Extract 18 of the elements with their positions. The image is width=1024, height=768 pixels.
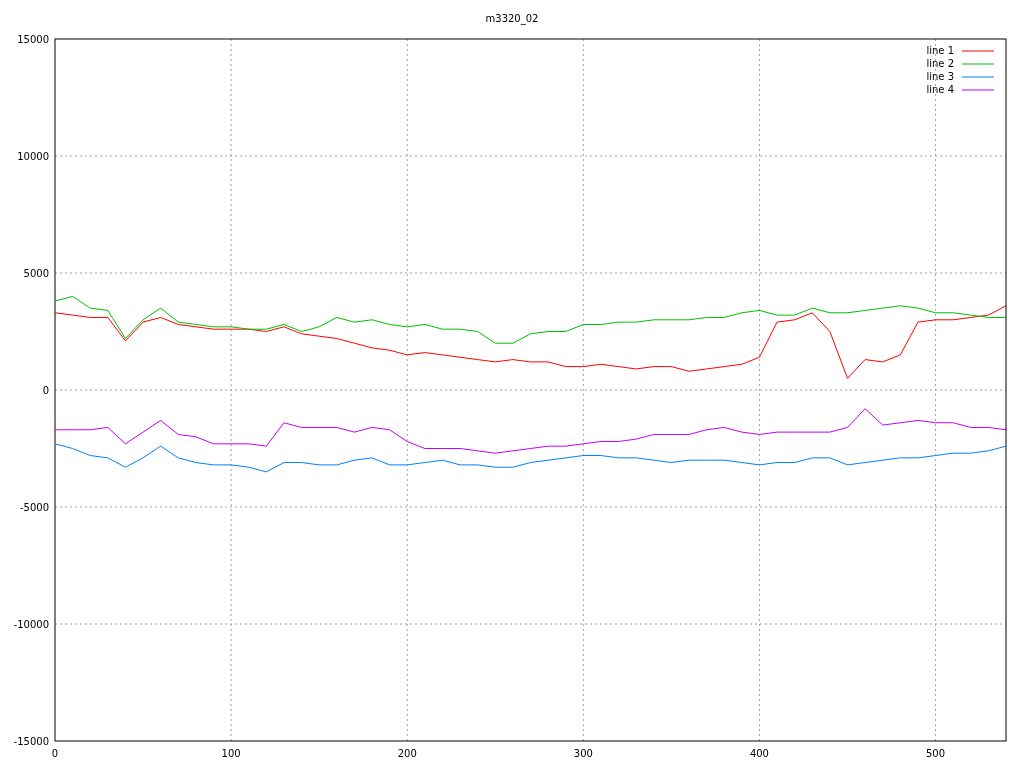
x-tick-label: 0 [51, 748, 59, 759]
x-tick-label: 100 [221, 748, 241, 759]
legend-label: line 4 [926, 84, 954, 95]
legend-label: line 3 [926, 71, 954, 82]
y-tick-label: 15000 [17, 34, 49, 45]
x-tick-label: 200 [397, 748, 417, 759]
y-tick-label: 0 [42, 385, 49, 396]
x-tick-label: 500 [926, 748, 946, 759]
legend-label: line 2 [926, 58, 954, 69]
x-tick-label: 300 [573, 748, 593, 759]
legend-label: line 1 [926, 45, 954, 56]
chart-title: m3320_02 [485, 13, 539, 24]
y-tick-label: -10000 [13, 619, 49, 630]
y-tick-label: 10000 [17, 151, 49, 162]
x-tick-label: 400 [749, 748, 769, 759]
y-tick-label: -15000 [13, 736, 49, 747]
y-tick-label: -5000 [19, 502, 49, 513]
y-tick-label: 5000 [23, 268, 49, 279]
